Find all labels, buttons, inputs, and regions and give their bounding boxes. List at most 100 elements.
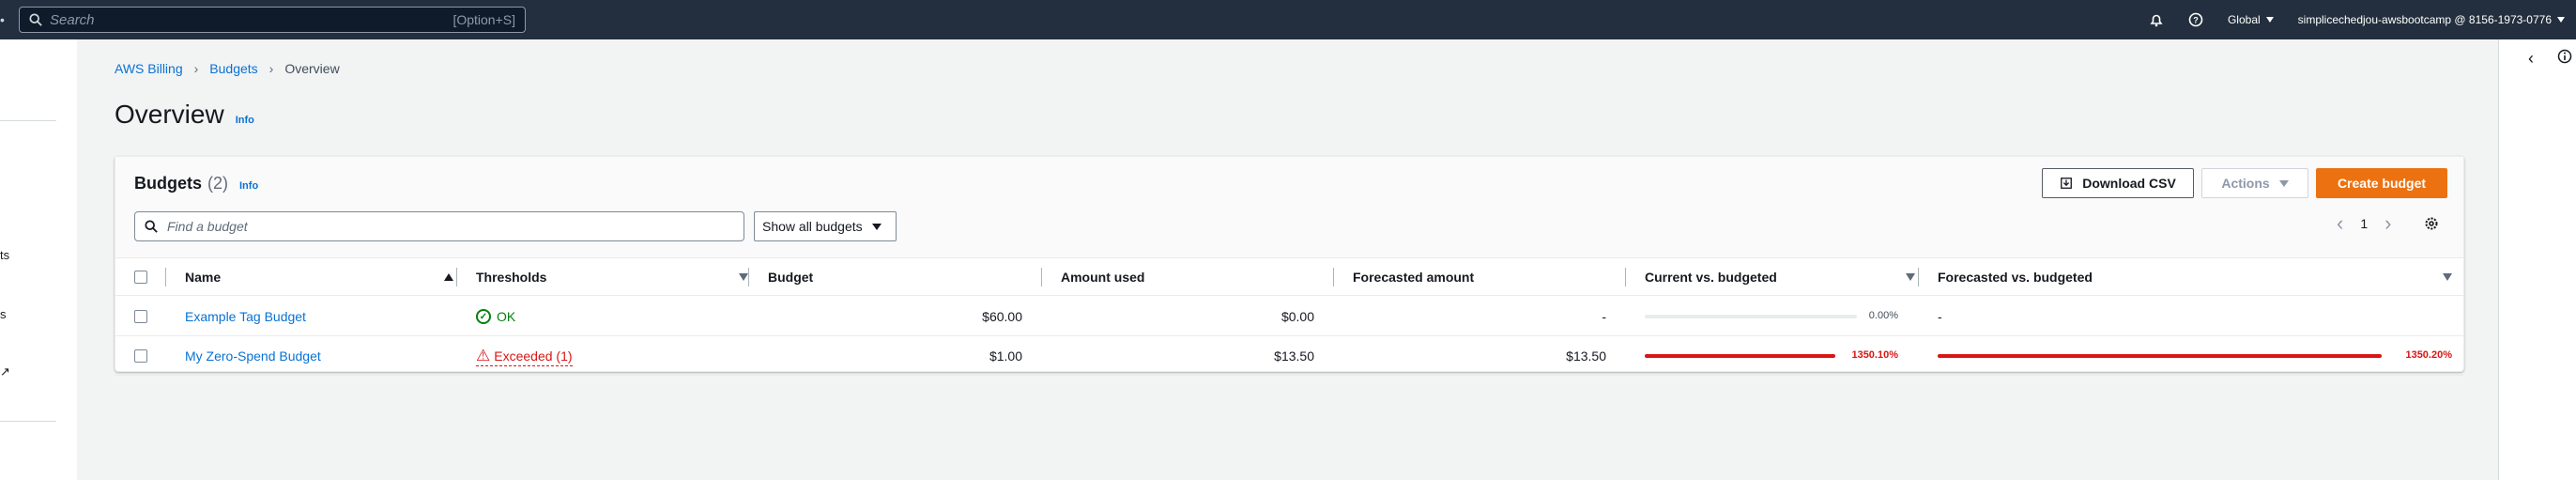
row-select-cell (134, 297, 147, 336)
budget-name-link[interactable]: Example Tag Budget (185, 309, 306, 324)
sort-ascending-icon[interactable] (444, 273, 453, 281)
breadcrumb-budgets[interactable]: Budgets (209, 61, 257, 76)
column-budget-label: Budget (768, 270, 814, 285)
actions-dropdown-button[interactable]: Actions (2201, 168, 2308, 198)
column-forecasted-label: Forecasted amount (1353, 270, 1475, 285)
table-row: My Zero-Spend Budget ⚠ Exceeded (1) $1.0… (115, 336, 2463, 376)
previous-page-icon[interactable]: ‹ (2337, 213, 2343, 234)
external-link-icon[interactable]: ↗ (0, 364, 10, 379)
column-divider[interactable] (1625, 268, 1626, 286)
column-thresholds-label: Thresholds (476, 270, 547, 285)
forecasted-vs-budgeted-cell: 1350.20% (1938, 336, 2452, 376)
help-icon[interactable]: ? (2188, 12, 2203, 27)
sort-icon[interactable] (739, 273, 748, 281)
progress-fill (1645, 354, 1835, 358)
budgets-info-link[interactable]: Info (239, 180, 258, 192)
budget-name-cell: My Zero-Spend Budget (185, 336, 321, 376)
next-page-icon[interactable]: › (2384, 213, 2391, 234)
column-divider[interactable] (1041, 268, 1042, 286)
column-header-budget[interactable]: Budget (768, 258, 813, 296)
column-header-current-vs-budgeted[interactable]: Current vs. budgeted (1645, 258, 1915, 296)
budget-name-cell: Example Tag Budget (185, 297, 306, 336)
info-icon[interactable] (2555, 49, 2574, 68)
download-csv-button[interactable]: Download CSV (2042, 168, 2194, 198)
threshold-status-ok: ✓ OK (476, 309, 515, 324)
page-info-link[interactable]: Info (236, 115, 254, 126)
warning-icon: ⚠ (476, 346, 491, 364)
row-select-cell (134, 336, 147, 376)
table-row: Example Tag Budget ✓ OK $60.00 $0.00 - 0… (115, 297, 2463, 336)
column-divider[interactable] (1918, 268, 1919, 286)
menu-fragment-icon[interactable]: • (0, 12, 13, 27)
chevron-left-icon[interactable]: ‹ (2522, 49, 2540, 68)
row-checkbox[interactable] (134, 349, 147, 363)
column-amount-used-label: Amount used (1061, 270, 1145, 285)
region-selector[interactable]: Global (2228, 13, 2274, 26)
actions-label: Actions (2221, 176, 2270, 191)
forecasted-amount-cell: $13.50 (1566, 348, 1606, 364)
column-divider[interactable] (748, 268, 749, 286)
column-header-forecasted-amount[interactable]: Forecasted amount (1353, 258, 1474, 296)
account-label: simplicechedjou-awsbootcamp @ 8156-1973-… (2297, 13, 2552, 26)
breadcrumb-aws-billing[interactable]: AWS Billing (115, 61, 183, 76)
select-all-checkbox[interactable] (134, 271, 147, 284)
sort-icon[interactable] (2443, 273, 2452, 281)
search-placeholder: Search (50, 11, 95, 28)
breadcrumb-overview: Overview (284, 61, 340, 76)
column-current-vs-budgeted-label: Current vs. budgeted (1645, 270, 1777, 285)
budgets-title: Budgets (134, 174, 202, 193)
forecasted-vs-budgeted-cell: - (1938, 309, 1942, 324)
nav-item-fragment[interactable]: s (0, 307, 7, 321)
budget-name-link[interactable]: My Zero-Spend Budget (185, 348, 321, 364)
current-percentage: 0.00% (1868, 310, 1898, 321)
chevron-down-icon (871, 223, 882, 230)
budget-amount-cell: $60.00 (982, 309, 1022, 324)
search-icon (29, 13, 42, 26)
progress-track (1645, 315, 1857, 318)
column-header-name[interactable]: Name (185, 258, 453, 296)
find-budget-input[interactable]: Find a budget (134, 211, 744, 241)
download-csv-label: Download CSV (2082, 176, 2176, 191)
budgets-count: (2) (207, 174, 228, 193)
chevron-down-icon (2557, 17, 2565, 23)
threshold-label: OK (497, 309, 516, 324)
create-budget-label: Create budget (2337, 176, 2427, 191)
current-vs-budgeted-cell: 1350.10% (1645, 336, 1898, 376)
column-header-amount-used[interactable]: Amount used (1061, 258, 1144, 296)
threshold-label: Exceeded (1) (494, 348, 573, 364)
column-divider[interactable] (456, 268, 457, 286)
threshold-status-exceeded[interactable]: ⚠ Exceeded (1) (476, 347, 573, 366)
notifications-icon[interactable] (2149, 12, 2164, 27)
threshold-cell: ⚠ Exceeded (1) (476, 336, 573, 376)
current-percentage: 1350.10% (1851, 349, 1898, 361)
search-shortcut: [Option+S] (452, 12, 515, 27)
column-header-thresholds[interactable]: Thresholds (476, 258, 748, 296)
account-menu[interactable]: simplicechedjou-awsbootcamp @ 8156-1973-… (2298, 13, 2565, 26)
forecast-percentage: 1350.20% (2405, 349, 2452, 361)
pagination: ‹ 1 › (2337, 213, 2391, 234)
column-header-forecasted-vs-budgeted[interactable]: Forecasted vs. budgeted (1938, 258, 2452, 296)
region-label: Global (2227, 13, 2261, 26)
threshold-cell: ✓ OK (476, 297, 515, 336)
column-divider[interactable] (1333, 268, 1334, 286)
table-preferences-gear-icon[interactable] (2424, 216, 2439, 236)
column-name-label: Name (185, 270, 222, 285)
sort-icon[interactable] (1906, 273, 1915, 281)
check-circle-icon: ✓ (476, 309, 491, 324)
current-page-number[interactable]: 1 (2360, 216, 2368, 231)
top-navigation-bar: • Search [Option+S] ? Global simpliceche… (0, 0, 2576, 39)
nav-divider (0, 421, 56, 422)
table-header-area: Budgets (2) Info Download CSV Actions Cr… (115, 157, 2463, 258)
amount-used-cell: $13.50 (1274, 348, 1314, 364)
row-checkbox[interactable] (134, 310, 147, 323)
chevron-down-icon (2265, 17, 2274, 23)
budget-filter-select[interactable]: Show all budgets (754, 211, 897, 241)
global-search-input[interactable]: Search [Option+S] (19, 7, 526, 33)
page-title-text: Overview (115, 100, 224, 129)
table-column-headers: Name Thresholds Budget Amount used Forec… (115, 258, 2463, 296)
column-forecasted-vs-budgeted-label: Forecasted vs. budgeted (1938, 270, 2093, 285)
nav-item-fragment[interactable]: ts (0, 248, 9, 262)
create-budget-button[interactable]: Create budget (2316, 168, 2447, 198)
current-vs-budgeted-cell: 0.00% (1645, 297, 1898, 336)
nav-divider (0, 120, 56, 121)
